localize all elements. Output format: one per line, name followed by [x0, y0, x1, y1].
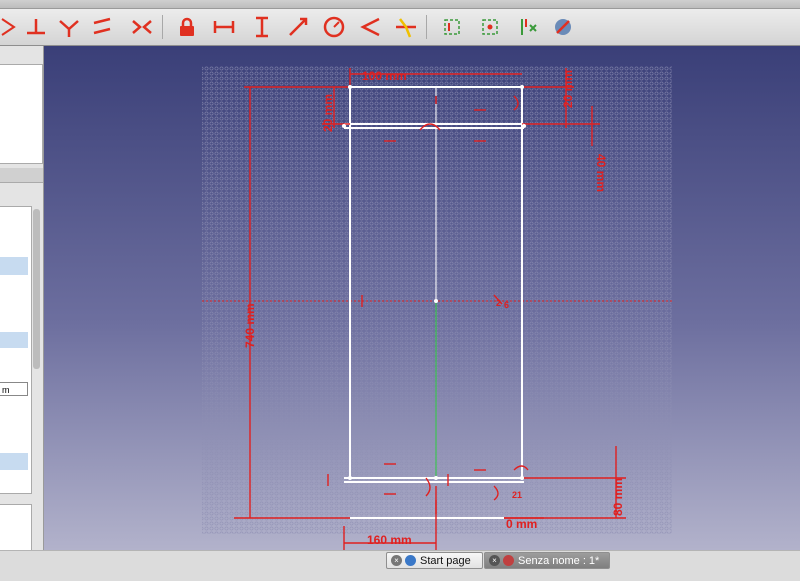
bottom-small-label[interactable]: 0 mm [506, 517, 537, 531]
vertical-distance-icon[interactable] [248, 13, 276, 41]
toolbar-separator [426, 15, 427, 39]
perpendicular-icon[interactable] [22, 13, 50, 41]
lower-panel [0, 504, 32, 550]
close-icon[interactable]: × [391, 555, 402, 566]
select-redundant-icon[interactable] [514, 13, 542, 41]
tangent-icon[interactable] [55, 13, 83, 41]
top-left-small-label[interactable]: 20 mm [321, 94, 335, 132]
symmetric-icon[interactable] [128, 13, 156, 41]
radius-icon[interactable] [320, 13, 348, 41]
tab-document[interactable]: × Senza nome : 1* [484, 552, 610, 569]
snell-icon[interactable] [392, 13, 420, 41]
sketcher-toolbar [0, 9, 800, 46]
combo-view-panel: m [0, 46, 44, 550]
bottom-width-label[interactable]: 160 mm [367, 533, 412, 547]
horizontal-distance-icon[interactable] [210, 13, 238, 41]
toolbar-separator [162, 15, 163, 39]
close-icon[interactable]: × [489, 555, 500, 566]
document-tab-bar: × Start page × Senza nome : 1* [0, 550, 800, 581]
left-height-label[interactable]: 740 mm [243, 303, 257, 348]
panel-scrollbar[interactable] [33, 209, 40, 369]
globe-icon [405, 555, 416, 566]
property-row-selected[interactable] [0, 257, 28, 275]
model-tree-area [0, 64, 43, 164]
tab-start-page[interactable]: × Start page [386, 552, 483, 569]
angle-icon[interactable] [357, 13, 385, 41]
right-small-label[interactable]: 40 mm [594, 154, 608, 192]
equal-icon[interactable] [88, 13, 116, 41]
tab-label: Senza nome : 1* [518, 554, 600, 567]
select-constraints-icon[interactable] [438, 13, 466, 41]
select-origin-icon[interactable] [476, 13, 504, 41]
distance-icon[interactable] [284, 13, 312, 41]
top-width-label[interactable]: 100 mm [362, 69, 407, 83]
top-right-height-label[interactable]: 20 mm [561, 70, 575, 108]
property-list [0, 206, 32, 494]
tab-label: Start page [420, 554, 471, 567]
value-input[interactable]: m [0, 382, 28, 396]
bottom-right-height-label[interactable]: 80 mm [611, 478, 625, 516]
property-row-selected[interactable] [0, 453, 28, 470]
document-icon [503, 555, 514, 566]
center-marker-label: 6 [504, 300, 509, 310]
menu-strip [0, 0, 800, 9]
bottom-symbol-label: 21 [512, 490, 522, 500]
lock-icon[interactable] [173, 13, 201, 41]
panel-header [0, 168, 43, 183]
sketch-canvas[interactable]: 100 mm 20 mm 20 mm 40 mm 740 mm 160 mm 8… [44, 46, 800, 550]
3d-viewport[interactable]: 100 mm 20 mm 20 mm 40 mm 740 mm 160 mm 8… [44, 46, 800, 550]
center-symbol-label: 2 [496, 298, 501, 308]
property-row-selected[interactable] [0, 332, 28, 348]
close-shape-icon[interactable] [549, 13, 577, 41]
sketch-curve-icon[interactable] [0, 13, 24, 41]
